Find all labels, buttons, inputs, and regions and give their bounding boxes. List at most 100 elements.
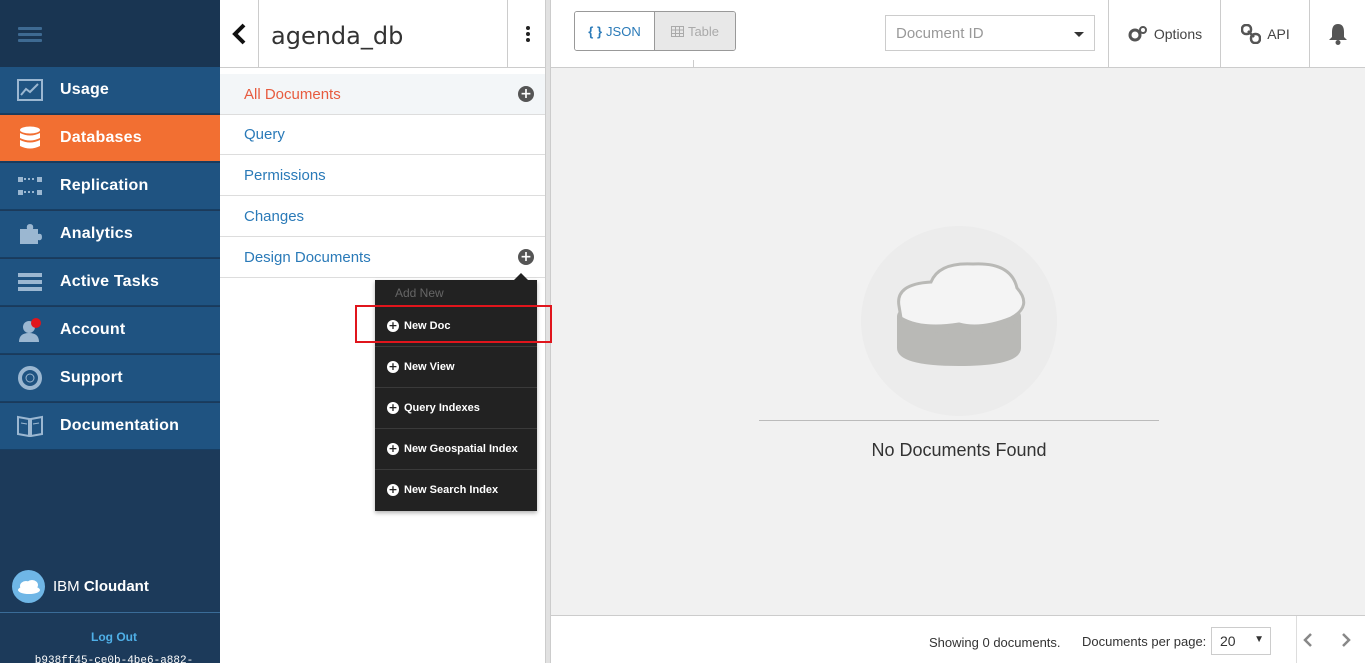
menu-item-label: New Search Index <box>404 484 499 496</box>
per-page-select[interactable]: 20 ▼ <box>1211 627 1271 655</box>
next-page-button[interactable] <box>1327 616 1365 663</box>
nav-label: Account <box>60 321 126 338</box>
menu-item-new-geospatial-index[interactable]: + New Geospatial Index <box>375 428 537 469</box>
table-label: Table <box>687 23 720 39</box>
braces-icon: { } <box>588 23 603 39</box>
cloudant-logo-icon <box>12 570 45 603</box>
nav-label: Documentation <box>60 417 180 434</box>
menu-item-new-view[interactable]: + New View <box>375 346 537 387</box>
hamburger-icon <box>18 27 42 45</box>
plus-circle-icon: + <box>387 483 399 496</box>
lifebuoy-icon <box>0 366 60 390</box>
usage-chart-icon <box>0 79 60 101</box>
json-label: JSON <box>606 23 641 39</box>
add-document-icon[interactable]: + <box>518 86 534 102</box>
toolbar: { } JSON Table Document ID Options API <box>551 0 1365 68</box>
nav-item-account[interactable]: Account <box>0 307 220 354</box>
add-design-doc-icon[interactable]: + <box>518 249 534 265</box>
nav-label: Analytics <box>60 225 133 242</box>
notifications-button[interactable] <box>1309 0 1365 68</box>
view-toggle: { } JSON Table <box>574 11 736 51</box>
document-id-select[interactable]: Document ID <box>885 15 1095 51</box>
options-label: Options <box>1153 26 1203 42</box>
chevron-left-icon <box>232 23 246 45</box>
nav-item-support[interactable]: Support <box>0 355 220 402</box>
sidebar-item-label: Permissions <box>244 166 326 184</box>
nav-item-replication[interactable]: Replication <box>0 163 220 210</box>
nav-item-analytics[interactable]: Analytics <box>0 211 220 258</box>
sidebar-item-design-documents[interactable]: Design Documents + <box>220 237 548 278</box>
sidebar-header: agenda_db <box>220 0 550 68</box>
replication-icon <box>0 175 60 197</box>
add-new-menu: Add New + New Doc + New View + Query Ind… <box>375 273 537 511</box>
menu-item-label: New Doc <box>404 320 451 332</box>
menu-item-query-indexes[interactable]: + Query Indexes <box>375 387 537 428</box>
book-icon <box>0 415 60 437</box>
options-button[interactable]: Options <box>1108 0 1221 68</box>
empty-state-cloud-icon <box>861 226 1057 416</box>
user-id: b938ff45-ce0b-4be6-a882- <box>34 655 194 663</box>
nav-label: Replication <box>60 177 149 194</box>
sidebar-item-query[interactable]: Query <box>220 114 548 155</box>
chevron-right-icon <box>1342 633 1351 647</box>
gears-icon <box>1128 25 1148 43</box>
database-icon <box>0 126 60 150</box>
plus-circle-icon: + <box>387 442 399 455</box>
nav-label: Databases <box>60 129 142 146</box>
nav-item-usage[interactable]: Usage <box>0 67 220 114</box>
api-label: API <box>1267 26 1290 42</box>
json-view-button[interactable]: { } JSON <box>575 12 655 50</box>
caret-down-icon <box>1074 32 1084 37</box>
back-button[interactable] <box>220 0 259 68</box>
document-id-placeholder: Document ID <box>896 24 984 42</box>
plus-circle-icon: + <box>387 401 399 414</box>
menu-item-new-search-index[interactable]: + New Search Index <box>375 469 537 510</box>
empty-state-divider <box>759 420 1159 421</box>
link-icon <box>1241 24 1262 44</box>
menu-item-label: Query Indexes <box>404 402 480 414</box>
api-button[interactable]: API <box>1220 0 1310 68</box>
nav-label: Support <box>60 369 123 386</box>
brand: IBM Cloudant <box>12 570 149 603</box>
logout-link[interactable]: Log Out <box>0 630 228 644</box>
sidebar-item-permissions[interactable]: Permissions <box>220 155 548 196</box>
empty-state-message: No Documents Found <box>871 440 1047 460</box>
bell-icon <box>1328 24 1347 45</box>
plus-circle-icon: + <box>387 360 399 373</box>
toolbar-tick <box>693 60 694 68</box>
nav-item-active-tasks[interactable]: Active Tasks <box>0 259 220 306</box>
puzzle-icon <box>0 223 60 245</box>
table-icon <box>670 25 684 37</box>
nav-label: Active Tasks <box>60 273 160 290</box>
nav-divider <box>0 612 220 613</box>
app-root: Usage Databases Replication Analytics Ac… <box>0 0 1365 663</box>
more-options-button[interactable] <box>507 0 548 68</box>
brand-text: IBM Cloudant <box>53 578 149 595</box>
sidebar-item-changes[interactable]: Changes <box>220 196 548 237</box>
main-nav: Usage Databases Replication Analytics Ac… <box>0 0 220 663</box>
menu-arrow <box>513 273 529 281</box>
previous-page-button[interactable] <box>1289 616 1327 663</box>
plus-circle-icon: + <box>387 319 399 332</box>
account-icon <box>0 318 60 342</box>
sidebar-item-all-documents[interactable]: All Documents + <box>220 74 548 115</box>
menu-toggle[interactable] <box>0 0 220 67</box>
pagination-footer: Showing 0 documents. Documents per page:… <box>551 615 1365 663</box>
nav-item-databases[interactable]: Databases <box>0 115 220 162</box>
menu-item-new-doc[interactable]: + New Doc <box>375 305 537 346</box>
table-view-button[interactable]: Table <box>655 12 735 50</box>
database-title: agenda_db <box>271 22 404 50</box>
menu-header: Add New <box>395 286 444 300</box>
documents-panel: No Documents Found <box>551 68 1365 615</box>
per-page-value: 20 <box>1220 633 1236 649</box>
sidebar-item-label: All Documents <box>244 85 341 103</box>
chevron-left-icon <box>1303 633 1312 647</box>
sidebar-item-label: Query <box>244 125 285 143</box>
menu-item-label: New View <box>404 361 455 373</box>
nav-label: Usage <box>60 81 110 98</box>
showing-count: Showing 0 documents. <box>929 635 1061 650</box>
sidebar-item-label: Changes <box>244 207 305 225</box>
caret-down-icon: ▼ <box>1254 634 1264 645</box>
tasks-icon <box>0 272 60 292</box>
nav-item-documentation[interactable]: Documentation <box>0 403 220 450</box>
